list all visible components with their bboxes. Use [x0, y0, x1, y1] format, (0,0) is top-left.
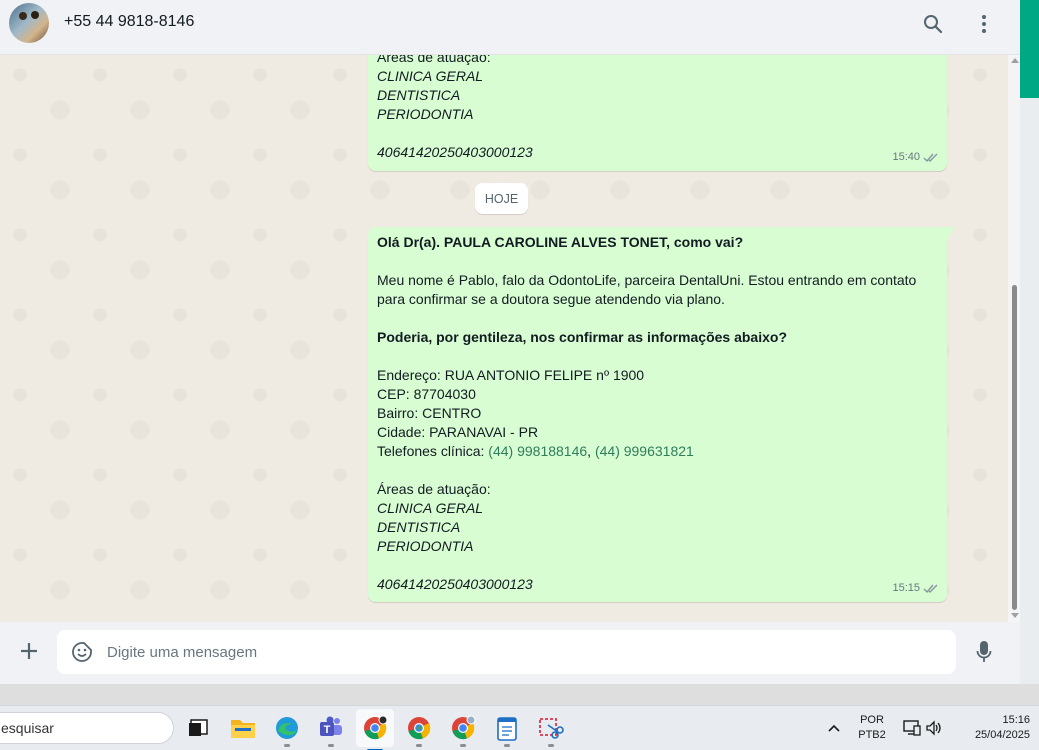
notepad-icon: [497, 717, 517, 741]
area-item: PERIODONTIA: [377, 538, 474, 554]
message-line: CLINICA GERAL: [377, 68, 484, 84]
message-line: PERIODONTIA: [377, 106, 474, 122]
chrome-profile-1-button[interactable]: [356, 709, 394, 750]
clock-date: 25/04/2025: [974, 729, 1030, 741]
area-item: DENTISTICA: [377, 519, 461, 535]
chrome-icon: [408, 717, 431, 740]
mic-button[interactable]: [972, 639, 996, 665]
task-view-button[interactable]: [185, 714, 213, 742]
emoji-button[interactable]: [70, 640, 94, 664]
bairro-line: Bairro: CENTRO: [377, 405, 482, 421]
volume-button[interactable]: [920, 714, 948, 742]
double-check-icon: [923, 153, 938, 162]
clock-time: 15:16: [1002, 714, 1030, 726]
double-check-icon: [923, 584, 938, 593]
notepad-button[interactable]: [493, 714, 521, 747]
message-bubble-outgoing[interactable]: Olá Dr(a). PAULA CAROLINE ALVES TONET, c…: [368, 227, 955, 602]
message-input[interactable]: [107, 630, 937, 674]
area-item: CLINICA GERAL: [377, 500, 484, 516]
phone-separator: ,: [587, 443, 595, 459]
mic-icon: [976, 641, 992, 662]
menu-button[interactable]: [972, 12, 996, 36]
message-time: 15:15: [892, 582, 920, 594]
message-meta: 15:15: [892, 579, 939, 598]
cidade-line: Cidade: PARANAVAI - PR: [377, 424, 539, 440]
phone-link[interactable]: (44) 999631821: [595, 443, 694, 459]
intro-line: Meu nome é Pablo, falo da OdontoLife, pa…: [377, 272, 917, 288]
message-line: 40641420250403000123: [377, 144, 533, 160]
message-bubble-outgoing[interactable]: Áreas de atuação: CLINICA GERAL DENTISTICA…: [368, 55, 947, 171]
menu-dots-icon: [982, 15, 986, 33]
greeting-line: Olá Dr(a). PAULA CAROLINE ALVES TONET, c…: [377, 234, 744, 250]
snipping-tool-icon: [539, 718, 564, 739]
speaker-icon: [926, 720, 941, 736]
language-indicator[interactable]: POR PTB2: [852, 713, 892, 743]
areas-label: Áreas de atuação:: [377, 481, 491, 497]
taskbar-search[interactable]: esquisar: [0, 712, 174, 744]
teams-button[interactable]: T: [317, 714, 345, 747]
chevron-up-icon: [828, 724, 840, 732]
plus-icon: [21, 643, 37, 659]
search-button[interactable]: [921, 12, 945, 36]
scroll-up-arrow[interactable]: [1011, 58, 1019, 63]
avatar[interactable]: [9, 3, 49, 43]
task-view-icon: [189, 719, 208, 736]
attach-button[interactable]: [17, 639, 41, 663]
message-line: DENTISTICA: [377, 87, 461, 103]
scroll-down-arrow[interactable]: [1011, 613, 1019, 618]
chrome-icon: [364, 715, 388, 740]
window-bottom-edge: [0, 684, 1039, 705]
taskbar: esquisar T POR PTB2 15:16 25/04/2025: [0, 705, 1039, 750]
snipping-tool-button[interactable]: [537, 714, 565, 747]
tray-overflow-button[interactable]: [820, 714, 848, 742]
folder-icon: [231, 720, 255, 738]
phones-line: Telefones clínica: (44) 998188146, (44) …: [377, 442, 938, 461]
contact-name[interactable]: +55 44 9818-8146: [64, 13, 194, 31]
composer: [0, 622, 1020, 684]
edge-button[interactable]: [273, 714, 301, 747]
address-line: Endereço: RUA ANTONIO FELIPE nº 1900: [377, 367, 645, 383]
message-line: Áreas de atuação:: [377, 55, 491, 65]
chat-header: +55 44 9818-8146: [0, 0, 1020, 55]
search-icon: [924, 15, 943, 34]
intro-line: para confirmar se a doutora segue atende…: [377, 291, 725, 307]
teams-icon: T: [320, 716, 342, 736]
scrollbar-thumb[interactable]: [1012, 285, 1017, 610]
question-line: Poderia, por gentileza, nos confirmar as…: [377, 329, 787, 345]
message-text: Olá Dr(a). PAULA CAROLINE ALVES TONET, c…: [377, 233, 938, 594]
accent-stripe: [1020, 0, 1039, 98]
chrome-icon: [452, 715, 476, 740]
emoji-icon: [72, 642, 92, 662]
edge-icon: [276, 717, 298, 739]
chrome-profile-2-button[interactable]: [405, 714, 433, 747]
cep-line: CEP: 87704030: [377, 386, 476, 402]
code-line: 40641420250403000123: [377, 576, 533, 592]
chrome-profile-3-button[interactable]: [449, 714, 477, 747]
network-icon: [903, 720, 921, 736]
window-right-edge: [1020, 0, 1039, 705]
keyboard-layout: PTB2: [858, 729, 886, 741]
clock[interactable]: 15:16 25/04/2025: [950, 713, 1030, 743]
date-divider: HOJE: [475, 183, 528, 214]
message-time: 15:40: [892, 151, 920, 163]
messages-area[interactable]: Áreas de atuação: CLINICA GERAL DENTISTICA…: [0, 55, 1020, 622]
language-code: POR: [860, 714, 884, 726]
message-text: Áreas de atuação: CLINICA GERAL DENTISTICA…: [377, 55, 938, 162]
svg-text:T: T: [324, 724, 331, 736]
phone-link[interactable]: (44) 998188146: [488, 443, 587, 459]
message-meta: 15:40: [892, 148, 939, 167]
message-input-box[interactable]: [57, 630, 956, 674]
file-explorer-button[interactable]: [229, 714, 257, 742]
phones-label: Telefones clínica:: [377, 443, 489, 459]
